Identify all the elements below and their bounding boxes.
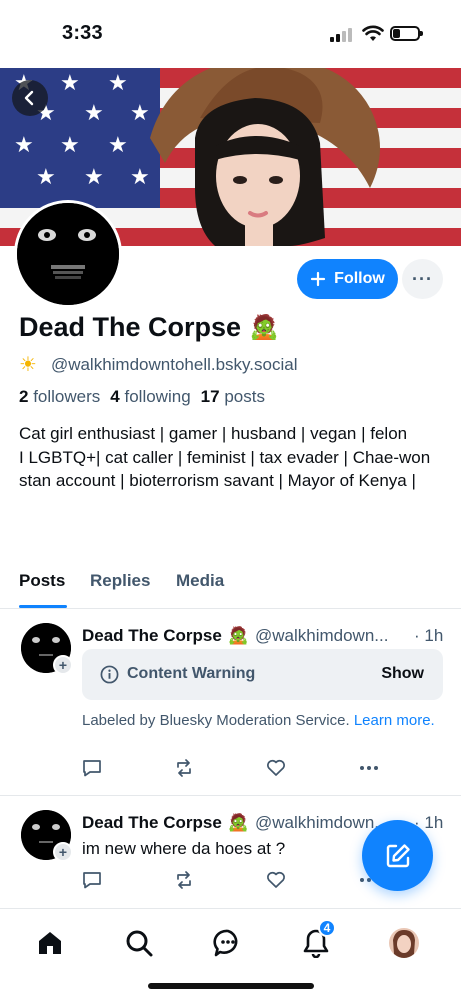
content-warning-box[interactable]: Content Warning Show	[82, 649, 443, 700]
home-icon	[39, 932, 61, 954]
more-options-icon: ···	[412, 268, 433, 289]
handle-row: ☀ @walkhimdowntohell.bsky.social	[19, 352, 297, 377]
posts-stat: 17 posts	[200, 387, 265, 406]
profile-tabs: Posts Replies Media	[0, 565, 461, 609]
status-time: 3:33	[62, 22, 103, 44]
post-avatar[interactable]: +	[21, 623, 73, 675]
compose-icon	[386, 843, 410, 867]
content-warning-label: Content Warning	[127, 665, 256, 682]
svg-text:★: ★	[130, 165, 150, 190]
nav-search[interactable]	[123, 927, 155, 959]
post-text: im new where da hoes at ?	[82, 839, 286, 858]
profile-more-button[interactable]: ···	[402, 259, 443, 299]
svg-text:★: ★	[108, 71, 128, 96]
reply-icon[interactable]	[82, 871, 102, 889]
svg-text:★: ★	[130, 101, 150, 126]
reply-icon[interactable]	[82, 759, 102, 777]
plus-icon	[311, 271, 326, 287]
svg-text:★: ★	[84, 165, 104, 190]
followers-stat[interactable]: 2 followers	[19, 387, 100, 407]
follow-plus-icon[interactable]: +	[53, 842, 73, 862]
post-avatar[interactable]: +	[21, 810, 73, 862]
post-item[interactable]: + Dead The Corpse 🧟 @walkhimdown... · 1h…	[0, 609, 461, 795]
svg-text:★: ★	[84, 101, 104, 126]
tab-active-indicator	[19, 605, 67, 608]
like-icon[interactable]	[266, 871, 286, 889]
post-author-name[interactable]: Dead The Corpse	[82, 813, 222, 833]
profile-bio: Cat girl enthusiast | gamer | husband | …	[19, 422, 444, 493]
notification-badge: 4	[318, 919, 336, 937]
like-icon[interactable]	[266, 759, 286, 777]
repost-icon[interactable]	[174, 871, 194, 889]
profile-avatar-icon	[389, 928, 419, 958]
svg-text:★: ★	[14, 133, 34, 158]
bio-line: Cat girl enthusiast | gamer | husband | …	[19, 424, 408, 443]
show-button[interactable]: Show	[381, 665, 424, 683]
info-icon	[100, 665, 119, 684]
back-button[interactable]	[12, 80, 48, 116]
display-name: Dead The Corpse 🧟	[19, 312, 279, 343]
chevron-left-icon	[24, 90, 34, 106]
learn-more-link[interactable]: Learn more.	[354, 712, 435, 729]
profile-handle: @walkhimdowntohell.bsky.social	[50, 354, 298, 374]
post-actions	[82, 871, 382, 891]
more-icon[interactable]	[358, 759, 380, 777]
tab-posts[interactable]: Posts	[19, 571, 65, 591]
compose-button[interactable]	[362, 820, 433, 891]
post-actions	[82, 759, 382, 779]
home-indicator	[148, 983, 314, 989]
display-name-text: Dead The Corpse	[19, 312, 242, 342]
follow-plus-icon[interactable]: +	[53, 655, 73, 675]
post-timestamp[interactable]: · 1h	[414, 626, 443, 646]
signal-icon	[330, 28, 354, 42]
svg-text:★: ★	[60, 71, 80, 96]
post-header: Dead The Corpse 🧟 @walkhimdown... · 1h	[82, 626, 447, 646]
post-author-handle[interactable]: @walkhimdown...	[255, 626, 388, 646]
nav-profile[interactable]	[388, 927, 420, 959]
wifi-icon	[362, 25, 384, 41]
profile-stats: 2 followers 4 following 17 posts	[19, 387, 265, 407]
avatar-image	[17, 203, 119, 305]
tab-replies[interactable]: Replies	[90, 571, 150, 591]
tab-media[interactable]: Media	[176, 571, 224, 591]
zombie-emoji-icon: 🧟	[227, 626, 249, 645]
chat-icon	[213, 929, 238, 957]
follow-label: Follow	[334, 270, 385, 287]
zombie-emoji-icon: 🧟	[227, 813, 249, 832]
search-icon	[126, 930, 153, 957]
battery-icon	[390, 26, 423, 41]
nav-chat[interactable]	[212, 927, 244, 959]
zombie-emoji-icon: 🧟	[249, 314, 279, 341]
svg-text:★: ★	[108, 133, 128, 158]
following-stat[interactable]: 4 following	[110, 387, 190, 407]
svg-text:★: ★	[36, 165, 56, 190]
profile-avatar[interactable]	[14, 200, 122, 308]
post-author-name[interactable]: Dead The Corpse	[82, 626, 222, 646]
nav-home[interactable]	[34, 927, 66, 959]
moderation-label: Labeled by Bluesky Moderation Service. L…	[82, 712, 435, 729]
repost-icon[interactable]	[174, 759, 194, 777]
post-author-handle[interactable]: @walkhimdown...	[255, 813, 388, 833]
status-bar: 3:33	[0, 0, 461, 68]
bio-line: I LGBTQ+| cat caller | feminist | tax ev…	[19, 447, 431, 491]
nav-notifications[interactable]: 4	[300, 919, 336, 959]
sun-emoji-icon: ☀	[19, 354, 37, 376]
follow-button[interactable]: Follow	[297, 259, 398, 299]
svg-text:★: ★	[60, 133, 80, 158]
